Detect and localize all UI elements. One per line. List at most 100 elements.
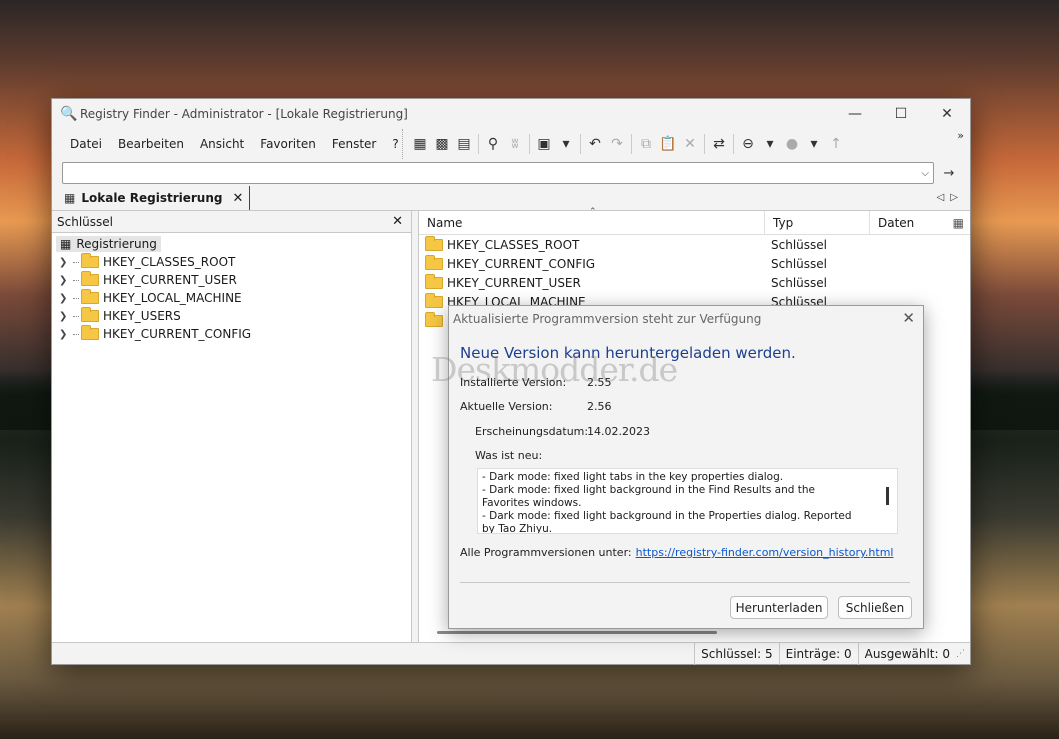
list-item-name: HKEY_CURRENT_CONFIG xyxy=(447,256,596,271)
list-item[interactable]: HKEY_CURRENT_USER Schlüssel xyxy=(419,273,970,292)
tree-connector xyxy=(73,279,79,281)
tab-close-icon[interactable]: ✕ xyxy=(232,191,243,206)
paste-icon[interactable]: 📋 xyxy=(657,133,679,155)
key-tree-pane: Schlüssel ✕ ▦ Registrierung ❯ HKEY_CLASS… xyxy=(52,211,412,642)
key-pane-close-icon[interactable]: ✕ xyxy=(392,214,403,229)
expand-chevron-icon[interactable]: ❯ xyxy=(59,329,73,340)
menu-datei[interactable]: Datei xyxy=(62,137,110,151)
key-pane-header: Schlüssel ✕ xyxy=(52,211,411,233)
go-arrow-icon[interactable]: → xyxy=(938,166,960,181)
title-bar[interactable]: 🔍 Registry Finder - Administrator - [Lok… xyxy=(52,99,970,129)
replace-icon[interactable]: ʬ xyxy=(504,133,526,155)
current-version-row: Aktuelle Version: 2.56 xyxy=(460,400,612,413)
textbox-scrollbar[interactable] xyxy=(886,487,889,505)
view-grid-icon[interactable]: ▦ xyxy=(409,133,431,155)
redo-icon[interactable]: ↷ xyxy=(606,133,628,155)
address-dropdown-icon[interactable]: ⌵ xyxy=(921,168,929,179)
column-chooser-icon[interactable]: ▦ xyxy=(953,216,964,230)
folder-icon xyxy=(81,271,99,286)
folder-icon xyxy=(425,254,443,270)
expand-chevron-icon[interactable]: ❯ xyxy=(59,275,73,286)
close-button[interactable]: ✕ xyxy=(924,99,970,129)
all-versions-row: Alle Programmversionen unter: https://re… xyxy=(460,546,893,559)
maximize-button[interactable]: ☐ xyxy=(878,99,924,129)
refresh-icon[interactable]: ⇄ xyxy=(708,133,730,155)
tree-node-hkcr[interactable]: ❯ HKEY_CLASSES_ROOT xyxy=(52,253,411,271)
version-history-link[interactable]: https://registry-finder.com/version_hist… xyxy=(636,546,894,559)
tree-node-hku[interactable]: ❯ HKEY_USERS xyxy=(52,307,411,325)
find-icon[interactable]: ⚲ xyxy=(482,133,504,155)
address-field[interactable]: ⌵ xyxy=(62,162,934,184)
tree-node-hklm[interactable]: ❯ HKEY_LOCAL_MACHINE xyxy=(52,289,411,307)
toolbar: ▦ ▩ ▤ ⚲ ʬ ▣ ▾ ↶ ↷ ⧉ 📋 ✕ ⇄ ⊖ ▾ ● ▾ ↑ xyxy=(402,129,847,159)
toolbar-overflow-icon[interactable]: » xyxy=(957,129,964,142)
tab-scroll-arrows[interactable]: ◁▷ xyxy=(937,192,964,203)
expand-chevron-icon[interactable]: ❯ xyxy=(59,257,73,268)
dialog-title: Aktualisierte Programmversion steht zur … xyxy=(453,312,762,326)
folder-icon xyxy=(81,325,99,340)
address-row: ⌵ → xyxy=(52,159,970,187)
registry-tree: ▦ Registrierung ❯ HKEY_CLASSES_ROOT ❯ HK… xyxy=(52,233,411,343)
tab-bar: ▦ Lokale Registrierung ✕ ◁▷ xyxy=(52,186,970,211)
installed-version-value: 2.55 xyxy=(587,376,612,389)
toolbar-separator xyxy=(529,134,530,154)
resize-grip-icon[interactable]: ⋰ xyxy=(956,649,970,659)
tree-root[interactable]: ▦ Registrierung xyxy=(52,235,411,253)
dialog-title-bar[interactable]: Aktualisierte Programmversion steht zur … xyxy=(449,306,923,332)
new-dropdown-icon[interactable]: ▾ xyxy=(555,133,577,155)
toolbar-separator xyxy=(478,134,479,154)
tree-connector xyxy=(73,261,79,263)
tree-node-hkcc[interactable]: ❯ HKEY_CURRENT_CONFIG xyxy=(52,325,411,343)
close-dialog-button[interactable]: Schließen xyxy=(838,596,912,619)
tree-root-item[interactable]: ▦ Registrierung xyxy=(56,236,161,252)
download-button[interactable]: Herunterladen xyxy=(730,596,828,619)
installed-version-label: Installierte Version: xyxy=(460,376,567,389)
back-dropdown-icon[interactable]: ▾ xyxy=(759,133,781,155)
back-icon[interactable]: ⊖ xyxy=(737,133,759,155)
toolbar-separator xyxy=(704,134,705,154)
tree-node-label: HKEY_LOCAL_MACHINE xyxy=(103,291,242,305)
list-item-name: HKEY_CLASSES_ROOT xyxy=(447,237,580,252)
folder-icon xyxy=(425,292,443,308)
status-selected: Ausgewählt: 0 xyxy=(857,642,956,665)
forward-icon[interactable]: ● xyxy=(781,133,803,155)
release-date-row: Erscheinungsdatum: 14.02.2023 xyxy=(475,425,650,438)
tree-connector xyxy=(73,333,79,335)
tab-lokale-registrierung[interactable]: ▦ Lokale Registrierung ✕ xyxy=(58,186,251,210)
toolbar-separator xyxy=(631,134,632,154)
menu-bearbeiten[interactable]: Bearbeiten xyxy=(110,137,192,151)
expand-chevron-icon[interactable]: ❯ xyxy=(59,293,73,304)
list-item[interactable]: HKEY_CLASSES_ROOT Schlüssel xyxy=(419,235,970,254)
view-tree-icon[interactable]: ▩ xyxy=(431,133,453,155)
tree-node-hkcu[interactable]: ❯ HKEY_CURRENT_USER xyxy=(52,271,411,289)
all-versions-label: Alle Programmversionen unter: xyxy=(460,546,632,559)
up-level-icon[interactable]: ↑ xyxy=(825,133,847,155)
copy-icon[interactable]: ⧉ xyxy=(635,133,657,155)
menu-favoriten[interactable]: Favoriten xyxy=(252,137,324,151)
undo-icon[interactable]: ↶ xyxy=(584,133,606,155)
magnifier-app-icon: 🔍 xyxy=(60,106,78,122)
dialog-close-icon[interactable]: ✕ xyxy=(902,309,915,327)
menu-ansicht[interactable]: Ansicht xyxy=(192,137,252,151)
column-header-typ[interactable]: Typ xyxy=(765,210,870,235)
delete-icon[interactable]: ✕ xyxy=(679,133,701,155)
new-document-icon[interactable]: ▣ xyxy=(533,133,555,155)
minimize-button[interactable]: — xyxy=(832,99,878,129)
toolbar-separator xyxy=(733,134,734,154)
list-item-name: HKEY_CURRENT_USER xyxy=(447,275,581,290)
folder-icon xyxy=(81,289,99,304)
window-title: Registry Finder - Administrator - [Lokal… xyxy=(80,107,408,121)
forward-dropdown-icon[interactable]: ▾ xyxy=(803,133,825,155)
tree-connector xyxy=(73,315,79,317)
expand-chevron-icon[interactable]: ❯ xyxy=(59,311,73,322)
key-pane-title: Schlüssel xyxy=(57,214,113,229)
view-refresh-grid-icon[interactable]: ▤ xyxy=(453,133,475,155)
dialog-separator xyxy=(460,582,910,583)
list-item[interactable]: HKEY_CURRENT_CONFIG Schlüssel xyxy=(419,254,970,273)
tree-root-label: Registrierung xyxy=(76,237,157,251)
menu-toolbar-row: Datei Bearbeiten Ansicht Favoriten Fenst… xyxy=(52,129,970,159)
registry-grid-icon: ▦ xyxy=(64,191,76,205)
whatsnew-textbox[interactable]: - Dark mode: fixed light tabs in the key… xyxy=(477,468,898,534)
menu-fenster[interactable]: Fenster xyxy=(324,137,385,151)
horizontal-scrollbar[interactable] xyxy=(437,631,717,634)
